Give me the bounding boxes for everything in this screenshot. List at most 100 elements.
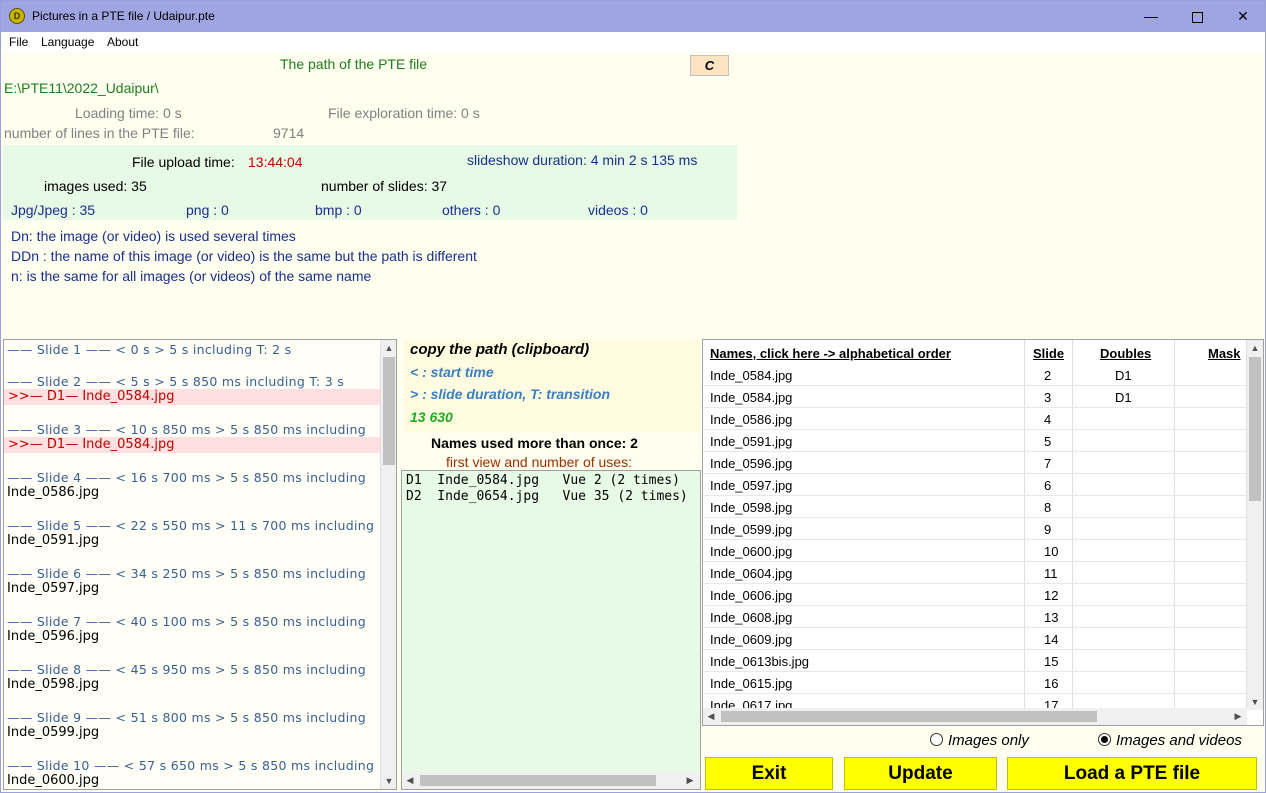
slide-header: —— Slide 2 —— < 5 s > 5 s 850 ms includi… [7,374,345,389]
menu-file[interactable]: File [9,35,28,49]
duplicate-text: >>— D1— Inde_0584.jpg [8,389,175,404]
cell-slide: 6 [1044,478,1052,493]
minimize-button[interactable]: — [1128,1,1174,32]
cell-name: Inde_0584.jpg [710,390,793,405]
images-used: images used: 35 [44,178,147,194]
slides-list[interactable]: —— Slide 1 —— < 0 s > 5 s including T: 2… [3,339,397,790]
videos-count: videos : 0 [588,202,648,218]
scroll-thumb[interactable] [383,357,395,465]
slide-file: Inde_0599.jpg [7,725,100,740]
list-hscrollbar[interactable]: ◀ ▶ [402,772,700,789]
header-mask[interactable]: Mask [1208,346,1241,361]
slide-header: —— Slide 7 —— < 40 s 100 ms > 5 s 850 ms… [7,614,366,629]
table-row[interactable]: Inde_0597.jpg 6 [703,474,1247,496]
cell-slide: 16 [1044,676,1059,691]
slide-file: Inde_0596.jpg [7,629,100,644]
c-button[interactable]: C [690,55,729,76]
scroll-left-icon[interactable]: ◀ [402,772,418,788]
cell-name: Inde_0600.jpg [710,544,793,559]
legend-line-3: n: is the same for all images (or videos… [11,268,372,284]
table-row[interactable]: Inde_0600.jpg 10 [703,540,1247,562]
list-item[interactable]: D2 Inde_0654.jpg Vue 35 (2 times) [406,489,688,504]
scroll-up-icon[interactable]: ▲ [1247,340,1263,356]
scroll-right-icon[interactable]: ▶ [682,772,698,788]
table-row[interactable]: Inde_0584.jpg 2 D1 [703,364,1247,386]
path-value: E:\PTE11\2022_Udaipur\ [4,80,159,96]
table-row[interactable]: Inde_0606.jpg 12 [703,584,1247,606]
cell-slide: 15 [1044,654,1059,669]
table-row[interactable]: Inde_0608.jpg 13 [703,606,1247,628]
lines-label: number of lines in the PTE file: [4,125,195,141]
table-row[interactable]: Inde_0604.jpg 11 [703,562,1247,584]
scroll-thumb[interactable] [721,711,1097,722]
grid-hscrollbar[interactable]: ◀ ▶ [703,708,1247,725]
grid-vscrollbar[interactable]: ▲ ▼ [1246,340,1263,710]
maximize-icon [1191,11,1203,23]
upload-label: File upload time: [132,154,235,170]
duplicates-list[interactable]: D1 Inde_0584.jpg Vue 2 (2 times) D2 Inde… [401,470,701,790]
header-slide[interactable]: Slide [1033,346,1064,361]
menu-language[interactable]: Language [41,35,94,49]
jpg-count: Jpg/Jpeg : 35 [11,202,96,218]
slide-header: —— Slide 8 —— < 45 s 950 ms > 5 s 850 ms… [7,662,366,677]
cell-name: Inde_0596.jpg [710,456,793,471]
cell-slide: 2 [1044,368,1052,383]
png-count: png : 0 [186,202,229,218]
scroll-down-icon[interactable]: ▼ [1247,694,1263,710]
images-and-videos-radio[interactable]: Images and videos [1098,732,1242,749]
table-row[interactable]: Inde_0591.jpg 5 [703,430,1247,452]
cell-doubles: D1 [1115,390,1132,405]
cell-doubles: D1 [1115,368,1132,383]
scroll-thumb[interactable] [1249,357,1261,501]
table-row[interactable]: Inde_0609.jpg 14 [703,628,1247,650]
cell-name: Inde_0608.jpg [710,610,793,625]
slide-duration-note: > : slide duration, T: transition [410,386,611,402]
list-item[interactable]: D1 Inde_0584.jpg Vue 2 (2 times) [406,473,680,488]
images-and-videos-label: Images and videos [1116,732,1242,749]
load-pte-file-button[interactable]: Load a PTE file [1007,757,1257,790]
scroll-up-icon[interactable]: ▲ [381,340,396,356]
first-view-label: first view and number of uses: [446,454,632,470]
table-row[interactable]: Inde_0615.jpg 16 [703,672,1247,694]
scroll-right-icon[interactable]: ▶ [1230,708,1246,724]
radio-indicator [930,733,943,746]
cell-slide: 14 [1044,632,1059,647]
cell-name: Inde_0591.jpg [710,434,793,449]
close-button[interactable]: ✕ [1220,1,1266,32]
table-row[interactable]: Inde_0613bis.jpg 15 [703,650,1247,672]
slides-scrollbar[interactable]: ▲ ▼ [380,340,396,789]
copy-path-link[interactable]: copy the path (clipboard) [410,341,589,358]
upload-value: 13:44:04 [248,154,303,170]
slide-file: Inde_0598.jpg [7,677,100,692]
scroll-down-icon[interactable]: ▼ [381,773,396,789]
cell-name: Inde_0615.jpg [710,676,793,691]
others-count: others : 0 [442,202,501,218]
app-window: D Pictures in a PTE file / Udaipur.pte —… [0,0,1266,793]
exit-button[interactable]: Exit [705,757,833,790]
images-only-radio[interactable]: Images only [930,732,1029,749]
cell-name: Inde_0606.jpg [710,588,793,603]
number-value: 13 630 [410,409,453,425]
slide-header: —— Slide 9 —— < 51 s 800 ms > 5 s 850 ms… [7,710,366,725]
table-row[interactable]: Inde_0598.jpg 8 [703,496,1247,518]
header-doubles[interactable]: Doubles [1100,346,1151,361]
menu-about[interactable]: About [107,35,138,49]
cell-name: Inde_0604.jpg [710,566,793,581]
radio-indicator [1098,733,1111,746]
maximize-button[interactable] [1174,1,1220,32]
images-grid[interactable]: Names, click here -> alphabetical order … [702,339,1264,726]
images-only-label: Images only [948,732,1029,749]
title-bar[interactable]: D Pictures in a PTE file / Udaipur.pte —… [1,1,1265,32]
cell-name: Inde_0597.jpg [710,478,793,493]
scroll-left-icon[interactable]: ◀ [703,708,719,724]
cell-slide: 7 [1044,456,1052,471]
scroll-thumb[interactable] [420,775,656,786]
legend-line-2: DDn : the name of this image (or video) … [11,248,477,264]
table-row[interactable]: Inde_0584.jpg 3 D1 [703,386,1247,408]
table-row[interactable]: Inde_0586.jpg 4 [703,408,1247,430]
table-row[interactable]: Inde_0596.jpg 7 [703,452,1247,474]
header-names[interactable]: Names, click here -> alphabetical order [710,346,951,361]
table-row[interactable]: Inde_0599.jpg 9 [703,518,1247,540]
update-button[interactable]: Update [844,757,997,790]
cell-slide: 4 [1044,412,1052,427]
